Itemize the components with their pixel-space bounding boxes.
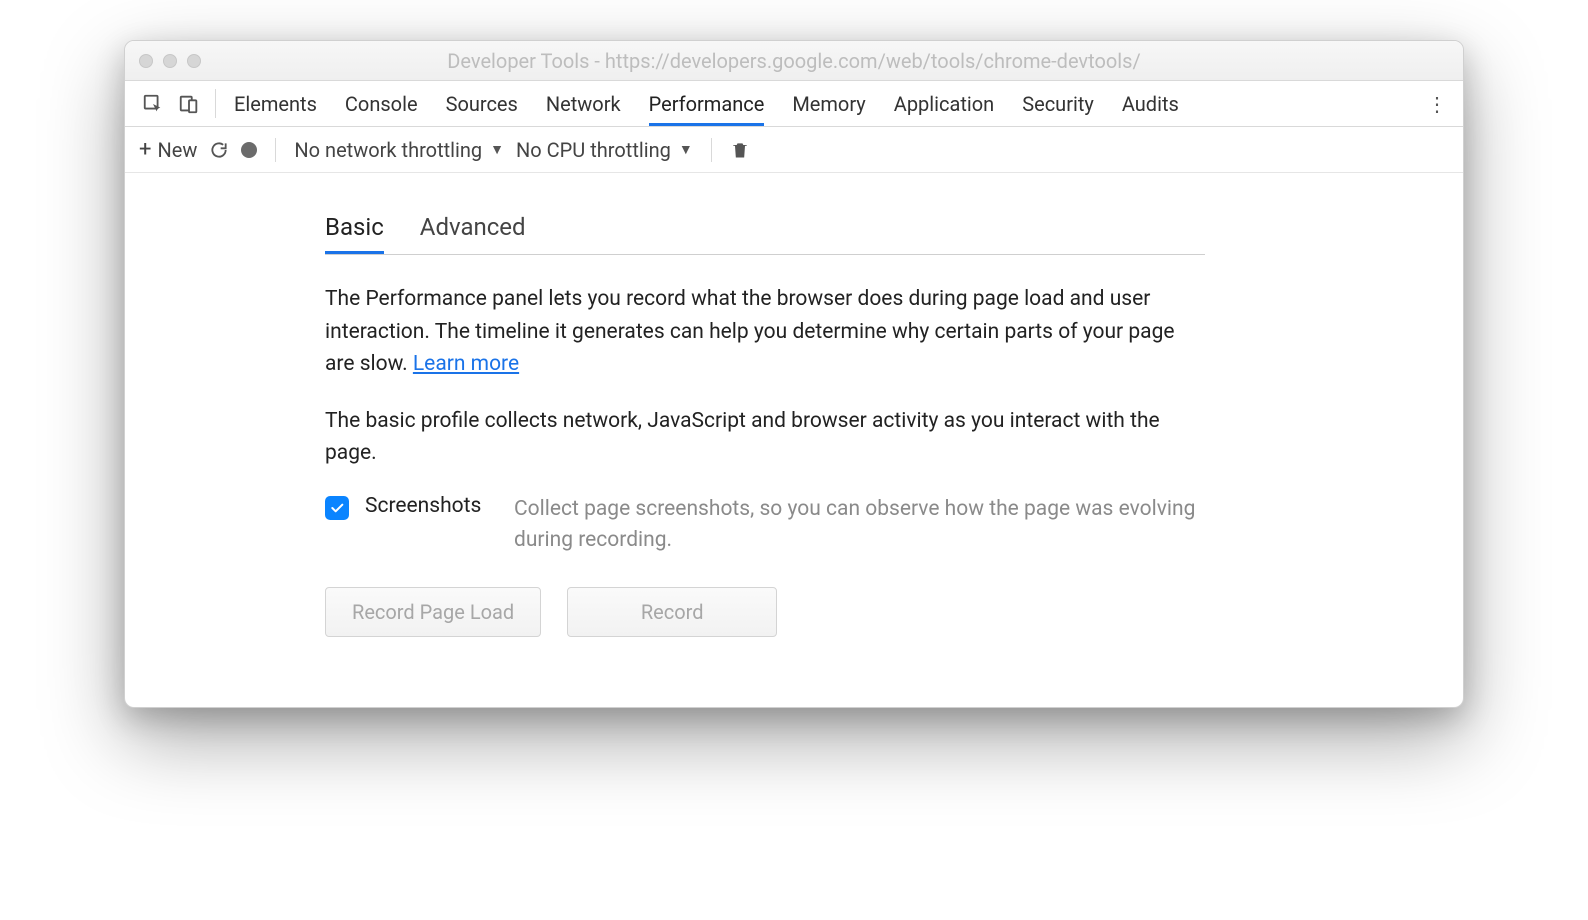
performance-toolbar: + New No network throttling ▼ No CPU thr… xyxy=(125,127,1463,173)
divider xyxy=(275,138,276,162)
subtab-advanced[interactable]: Advanced xyxy=(420,213,526,254)
tab-audits[interactable]: Audits xyxy=(1122,81,1179,126)
divider xyxy=(711,138,712,162)
basic-profile-description: The basic profile collects network, Java… xyxy=(325,405,1205,470)
new-recording-button[interactable]: + New xyxy=(139,137,197,162)
tab-performance[interactable]: Performance xyxy=(649,81,765,126)
device-toolbar-icon[interactable] xyxy=(175,90,203,118)
tab-application[interactable]: Application xyxy=(894,81,994,126)
cpu-throttle-label: No CPU throttling xyxy=(516,138,671,162)
window-titlebar: Developer Tools - https://developers.goo… xyxy=(125,41,1463,81)
screenshots-option-row: Screenshots Collect page screenshots, so… xyxy=(325,494,1205,557)
minimize-window-icon[interactable] xyxy=(163,54,177,68)
cpu-throttle-select[interactable]: No CPU throttling ▼ xyxy=(516,138,693,162)
window-traffic-lights xyxy=(139,54,201,68)
close-window-icon[interactable] xyxy=(139,54,153,68)
plus-icon: + xyxy=(139,137,151,162)
performance-panel-content: Basic Advanced The Performance panel lets… xyxy=(125,173,1463,707)
trash-icon xyxy=(730,140,750,160)
screenshots-checkbox[interactable] xyxy=(325,496,349,520)
devtools-window: Developer Tools - https://developers.goo… xyxy=(124,40,1464,708)
record-icon xyxy=(241,142,257,158)
reload-button[interactable] xyxy=(209,140,229,160)
new-recording-label: New xyxy=(157,138,197,162)
record-page-load-button[interactable]: Record Page Load xyxy=(325,587,541,637)
chevron-down-icon: ▼ xyxy=(679,141,693,158)
tab-memory[interactable]: Memory xyxy=(792,81,865,126)
subtab-basic[interactable]: Basic xyxy=(325,213,384,254)
more-options-icon[interactable]: ⋮ xyxy=(1421,81,1453,126)
tab-sources[interactable]: Sources xyxy=(446,81,518,126)
window-title: Developer Tools - https://developers.goo… xyxy=(125,49,1463,73)
profile-subtabs: Basic Advanced xyxy=(325,213,1205,255)
network-throttle-label: No network throttling xyxy=(294,138,482,162)
maximize-window-icon[interactable] xyxy=(187,54,201,68)
devtools-tabbar: Elements Console Sources Network Performance… xyxy=(125,81,1463,127)
check-icon xyxy=(329,500,345,516)
chevron-down-icon: ▼ xyxy=(490,141,504,158)
learn-more-link[interactable]: Learn more xyxy=(413,352,519,376)
screenshots-description: Collect page screenshots, so you can obs… xyxy=(514,494,1205,557)
tab-console[interactable]: Console xyxy=(345,81,418,126)
panel-description: The Performance panel lets you record wh… xyxy=(325,283,1205,381)
network-throttle-select[interactable]: No network throttling ▼ xyxy=(294,138,504,162)
record-button-main[interactable]: Record xyxy=(567,587,777,637)
clear-recordings-button[interactable] xyxy=(730,140,750,160)
tab-network[interactable]: Network xyxy=(546,81,621,126)
tab-security[interactable]: Security xyxy=(1022,81,1094,126)
tab-elements[interactable]: Elements xyxy=(234,81,317,126)
record-button[interactable] xyxy=(241,142,257,158)
screenshots-label: Screenshots xyxy=(365,494,498,518)
action-buttons: Record Page Load Record xyxy=(325,587,1205,637)
reload-icon xyxy=(209,140,229,160)
divider xyxy=(215,89,216,118)
inspect-element-icon[interactable] xyxy=(139,90,167,118)
